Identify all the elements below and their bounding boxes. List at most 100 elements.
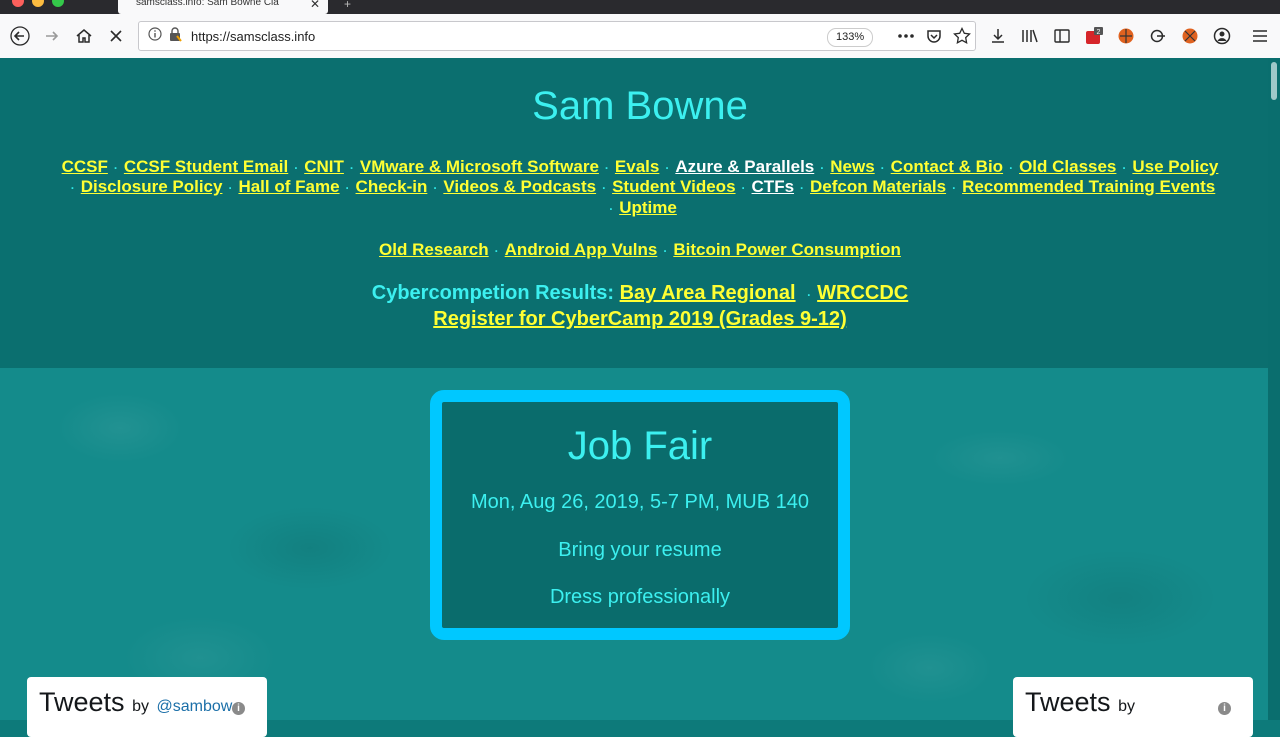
job-fair-title: Job Fair — [567, 424, 713, 468]
tweets-widget-right[interactable]: Tweets by i — [1013, 677, 1253, 737]
link-wrccdc[interactable]: WRCCDC — [817, 282, 908, 304]
info-icon[interactable]: i — [232, 702, 245, 715]
page-content: Sam Bowne CCSF · CCSF Student Email · CNIT · V… — [0, 58, 1280, 737]
nav-link-uptime[interactable]: Uptime — [619, 198, 677, 217]
account-icon[interactable] — [1210, 24, 1234, 48]
separator: · — [952, 181, 957, 195]
nav-link-vmware-microsoft[interactable]: VMware & Microsoft Software — [360, 157, 599, 176]
nav-row-2: · Disclosure Policy · Hall of Fame · Check-in… — [20, 177, 1260, 198]
separator: · — [602, 181, 607, 195]
extension-icon[interactable] — [1114, 24, 1138, 48]
tweets-label: Tweets — [39, 687, 125, 717]
forward-icon[interactable] — [40, 24, 64, 48]
nav-link-recommended-training[interactable]: Recommended Training Events — [962, 177, 1215, 196]
separator: · — [1122, 161, 1127, 175]
library-icon[interactable] — [1018, 24, 1042, 48]
site-info-icon[interactable] — [148, 27, 162, 46]
info-icon[interactable]: i — [1218, 702, 1231, 715]
url-bar[interactable]: https://samsclass.info 133% — [138, 21, 976, 51]
tweets-by: by — [132, 698, 149, 715]
nav-link-check-in[interactable]: Check-in — [356, 177, 428, 196]
separator: · — [604, 161, 609, 175]
link-cybercamp-register[interactable]: Register for CyberCamp 2019 (Grades 9-12… — [433, 308, 847, 330]
separator: · — [880, 161, 885, 175]
nav-link-evals[interactable]: Evals — [615, 157, 659, 176]
tweets-title: Tweets by @sambow — [39, 687, 232, 718]
tweets-by: by — [1118, 698, 1135, 715]
link-android-app-vulns[interactable]: Android App Vulns — [505, 240, 658, 259]
tab-title: samsclass.info: Sam Bowne Cla — [136, 0, 279, 8]
close-window-icon[interactable] — [12, 0, 24, 7]
job-fair-when: Mon, Aug 26, 2019, 5-7 PM, MUB 140 — [471, 491, 809, 513]
browser-toolbar: https://samsclass.info 133% 2 — [0, 14, 1280, 59]
tab-close-icon[interactable]: ✕ — [310, 0, 320, 11]
separator: · — [228, 181, 233, 195]
nav-link-student-videos[interactable]: Student Videos — [612, 177, 735, 196]
sidebar-icon[interactable] — [1050, 24, 1074, 48]
link-bay-area-regional[interactable]: Bay Area Regional — [620, 282, 796, 304]
separator: · — [800, 181, 805, 195]
competition-label: Cybercompetion Results: — [371, 282, 615, 304]
separator: · — [494, 244, 499, 258]
nav-row-3: · Uptime — [20, 198, 1260, 219]
separator: · — [294, 161, 299, 175]
nav-link-use-policy[interactable]: Use Policy — [1132, 157, 1218, 176]
extension-icon[interactable] — [1178, 24, 1202, 48]
separator: · — [70, 181, 75, 195]
job-fair-dress: Dress professionally — [549, 586, 731, 608]
tweets-title: Tweets by — [1025, 687, 1135, 718]
new-tab-icon[interactable]: + — [344, 0, 351, 11]
nav-link-ccsf-student-email[interactable]: CCSF Student Email — [124, 157, 288, 176]
link-old-research[interactable]: Old Research — [379, 240, 489, 259]
job-fair-resume: Bring your resume — [558, 539, 722, 561]
job-fair-card: Job Fair Mon, Aug 26, 2019, 5-7 PM, MUB … — [430, 390, 850, 640]
nav-link-hall-of-fame[interactable]: Hall of Fame — [238, 177, 339, 196]
download-icon[interactable] — [986, 24, 1010, 48]
separator: · — [741, 181, 746, 195]
separator: · — [665, 161, 670, 175]
extension-badge-icon[interactable]: 2 — [1082, 24, 1106, 48]
more-actions-icon[interactable] — [894, 24, 918, 48]
url-text[interactable]: https://samsclass.info — [191, 29, 315, 44]
extension-badge-count: 2 — [1097, 29, 1101, 36]
nav-link-azure-parallels[interactable]: Azure & Parallels — [675, 157, 814, 176]
link-bitcoin-power[interactable]: Bitcoin Power Consumption — [673, 240, 901, 259]
minimize-window-icon[interactable] — [32, 0, 44, 7]
separator: · — [807, 288, 812, 302]
stop-loading-icon[interactable] — [104, 24, 128, 48]
back-icon[interactable] — [8, 24, 32, 48]
lock-icon[interactable] — [168, 27, 182, 47]
tweets-widget-left[interactable]: Tweets by @sambow i — [27, 677, 267, 737]
separator: · — [820, 161, 825, 175]
nav-link-ctfs[interactable]: CTFs — [752, 177, 795, 196]
page-scrollbar[interactable] — [1268, 58, 1280, 720]
nav-link-news[interactable]: News — [830, 157, 874, 176]
zoom-level-badge[interactable]: 133% — [827, 28, 874, 47]
tweets-handle[interactable]: @sambow — [156, 698, 232, 715]
separator: · — [433, 181, 438, 195]
competition-results: Cybercompetion Results: Bay Area Regiona… — [0, 282, 1280, 305]
separator: · — [1009, 161, 1014, 175]
nav-row-1: CCSF · CCSF Student Email · CNIT · VMware & Mi… — [20, 157, 1260, 178]
page-title: Sam Bowne — [532, 84, 748, 128]
pocket-icon[interactable] — [922, 24, 946, 48]
tweets-label: Tweets — [1025, 687, 1111, 717]
nav-link-disclosure-policy[interactable]: Disclosure Policy — [81, 177, 223, 196]
extension-icon[interactable] — [1146, 24, 1170, 48]
nav-link-videos-podcasts[interactable]: Videos & Podcasts — [443, 177, 596, 196]
nav-link-defcon-materials[interactable]: Defcon Materials — [810, 177, 946, 196]
separator: · — [349, 161, 354, 175]
nav-link-contact-bio[interactable]: Contact & Bio — [891, 157, 1003, 176]
bookmark-star-icon[interactable] — [950, 24, 974, 48]
nav-link-cnit[interactable]: CNIT — [304, 157, 344, 176]
nav-link-ccsf[interactable]: CCSF — [62, 157, 108, 176]
scrollbar-thumb[interactable] — [1271, 62, 1277, 100]
separator: · — [345, 181, 350, 195]
zoom-window-icon[interactable] — [52, 0, 64, 7]
nav-link-old-classes[interactable]: Old Classes — [1019, 157, 1116, 176]
home-icon[interactable] — [72, 24, 96, 48]
tab-strip: samsclass.info: Sam Bowne Cla ✕ + — [0, 0, 1280, 14]
separator: · — [609, 202, 614, 216]
menu-icon[interactable] — [1248, 24, 1272, 48]
tab-active[interactable]: samsclass.info: Sam Bowne Cla ✕ — [118, 0, 328, 14]
